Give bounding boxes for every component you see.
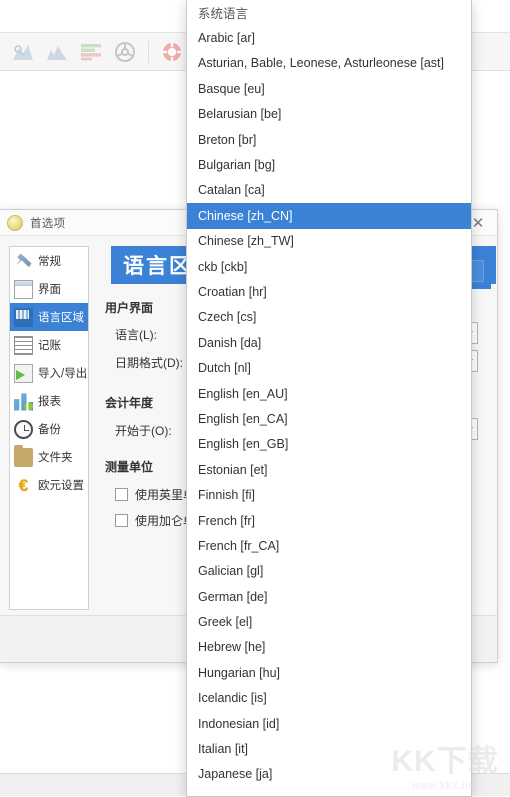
- language-option[interactable]: Italian [it]: [187, 736, 471, 761]
- language-option[interactable]: Asturian, Bable, Leonese, Asturleonese […: [187, 51, 471, 76]
- language-option[interactable]: Icelandic [is]: [187, 686, 471, 711]
- window-icon: [14, 279, 33, 299]
- lifebuoy-help-icon-svg: [162, 41, 182, 62]
- language-option[interactable]: Hebrew [he]: [187, 635, 471, 660]
- date-format-field-label: 日期格式(D):: [115, 356, 183, 370]
- sidebar-item-label: 欧元设置: [38, 480, 84, 492]
- language-option[interactable]: Estonian [et]: [187, 457, 471, 482]
- sidebar-item-import-export[interactable]: 导入/导出: [10, 359, 88, 387]
- chart-report-icon-svg: [13, 44, 33, 60]
- language-option[interactable]: English [en_GB]: [187, 432, 471, 457]
- language-option[interactable]: Breton [br]: [187, 127, 471, 152]
- use-gallons-checkbox-row[interactable]: 使用加仑单: [115, 512, 195, 529]
- language-option[interactable]: Croatian [hr]: [187, 279, 471, 304]
- language-option[interactable]: Indonesian [id]: [187, 711, 471, 736]
- language-option[interactable]: Danish [da]: [187, 330, 471, 355]
- language-option-list[interactable]: 系统语言 Arabic [ar] Asturian, Bable, Leonese,…: [187, 0, 471, 787]
- sidebar-item-label: 语言区域: [38, 312, 84, 324]
- app-logo-icon: [7, 214, 23, 231]
- language-option[interactable]: Chinese [zh_CN]: [187, 203, 471, 229]
- language-option[interactable]: Dutch [nl]: [187, 355, 471, 380]
- fiscal-start-label: 开始于(O):: [115, 424, 172, 438]
- language-option[interactable]: English [en_CA]: [187, 406, 471, 431]
- area-chart-icon-svg: [47, 45, 67, 60]
- use-gallons-checkbox[interactable]: [115, 514, 128, 527]
- sidebar-item-label: 文件夹: [38, 452, 73, 464]
- ledger-icon: [14, 335, 33, 355]
- folder-icon: [14, 444, 33, 467]
- language-option[interactable]: Galician [gl]: [187, 559, 471, 584]
- language-option[interactable]: ckb [ckb]: [187, 254, 471, 279]
- toolbar-separator: [148, 40, 149, 63]
- group-title-fiscal-year: 会计年度: [105, 396, 154, 410]
- sidebar-item-euro-settings[interactable]: € 欧元设置: [10, 471, 88, 499]
- language-flag-icon: [14, 307, 33, 327]
- sidebar-item-reports[interactable]: 报表: [10, 387, 88, 415]
- sidebar-item-folders[interactable]: 文件夹: [10, 443, 88, 471]
- dialog-title: 首选项: [30, 217, 66, 230]
- chart-report-icon[interactable]: [6, 36, 40, 68]
- language-option[interactable]: English [en_AU]: [187, 381, 471, 406]
- sidebar-item-general[interactable]: 常规: [10, 247, 88, 275]
- sidebar-item-accounting[interactable]: 记账: [10, 331, 88, 359]
- clock-backup-icon: [14, 419, 33, 439]
- language-option[interactable]: Japanese [ja]: [187, 762, 471, 787]
- wrench-icon: [15, 253, 32, 268]
- language-option[interactable]: Chinese [zh_TW]: [187, 229, 471, 254]
- language-option[interactable]: French [fr]: [187, 508, 471, 533]
- import-export-icon: [14, 363, 33, 383]
- language-combo-dropdown-button[interactable]: [470, 260, 484, 282]
- sidebar-item-label: 备份: [38, 424, 61, 436]
- preferences-sidebar: 常规 界面 语言区域 记账 导入/导出 报表 备份 文件夹 € 欧元设置: [9, 246, 89, 610]
- report-chart-icon: [14, 393, 33, 411]
- euro-icon: €: [18, 475, 29, 495]
- language-option[interactable]: Belarusian [be]: [187, 102, 471, 127]
- language-option[interactable]: Hungarian [hu]: [187, 660, 471, 685]
- area-chart-icon[interactable]: [40, 36, 74, 68]
- language-option[interactable]: Arabic [ar]: [187, 25, 471, 50]
- language-option[interactable]: Finnish [fi]: [187, 482, 471, 507]
- language-option[interactable]: Catalan [ca]: [187, 178, 471, 203]
- sidebar-item-label: 界面: [38, 284, 61, 296]
- budget-icon[interactable]: [74, 36, 108, 68]
- sidebar-item-label: 常规: [38, 256, 61, 268]
- lifebuoy-help-icon[interactable]: [155, 36, 189, 68]
- sidebar-item-interface[interactable]: 界面: [10, 275, 88, 303]
- sidebar-item-backup[interactable]: 备份: [10, 415, 88, 443]
- language-option[interactable]: German [de]: [187, 584, 471, 609]
- use-miles-checkbox[interactable]: [115, 488, 128, 501]
- sidebar-item-label: 记账: [38, 340, 61, 352]
- steering-wheel-icon[interactable]: [108, 36, 142, 68]
- language-option[interactable]: Greek [el]: [187, 609, 471, 634]
- sidebar-item-label: 导入/导出: [38, 368, 88, 380]
- language-option-system[interactable]: 系统语言: [187, 0, 471, 25]
- language-option[interactable]: French [fr_CA]: [187, 533, 471, 558]
- group-title-units: 测量单位: [105, 460, 154, 474]
- use-miles-checkbox-row[interactable]: 使用英里单: [115, 486, 195, 503]
- steering-wheel-icon-svg: [115, 41, 135, 62]
- sidebar-item-language-region[interactable]: 语言区域: [10, 303, 88, 331]
- sidebar-item-label: 报表: [38, 396, 61, 408]
- group-title-user-interface: 用户界面: [105, 301, 154, 315]
- language-option[interactable]: Basque [eu]: [187, 76, 471, 101]
- language-option[interactable]: Czech [cs]: [187, 305, 471, 330]
- language-dropdown-popup[interactable]: 系统语言 Arabic [ar] Asturian, Bable, Leonese,…: [186, 0, 472, 797]
- language-field-label: 语言(L):: [115, 328, 158, 342]
- budget-icon-svg: [81, 43, 101, 60]
- language-option[interactable]: Bulgarian [bg]: [187, 152, 471, 177]
